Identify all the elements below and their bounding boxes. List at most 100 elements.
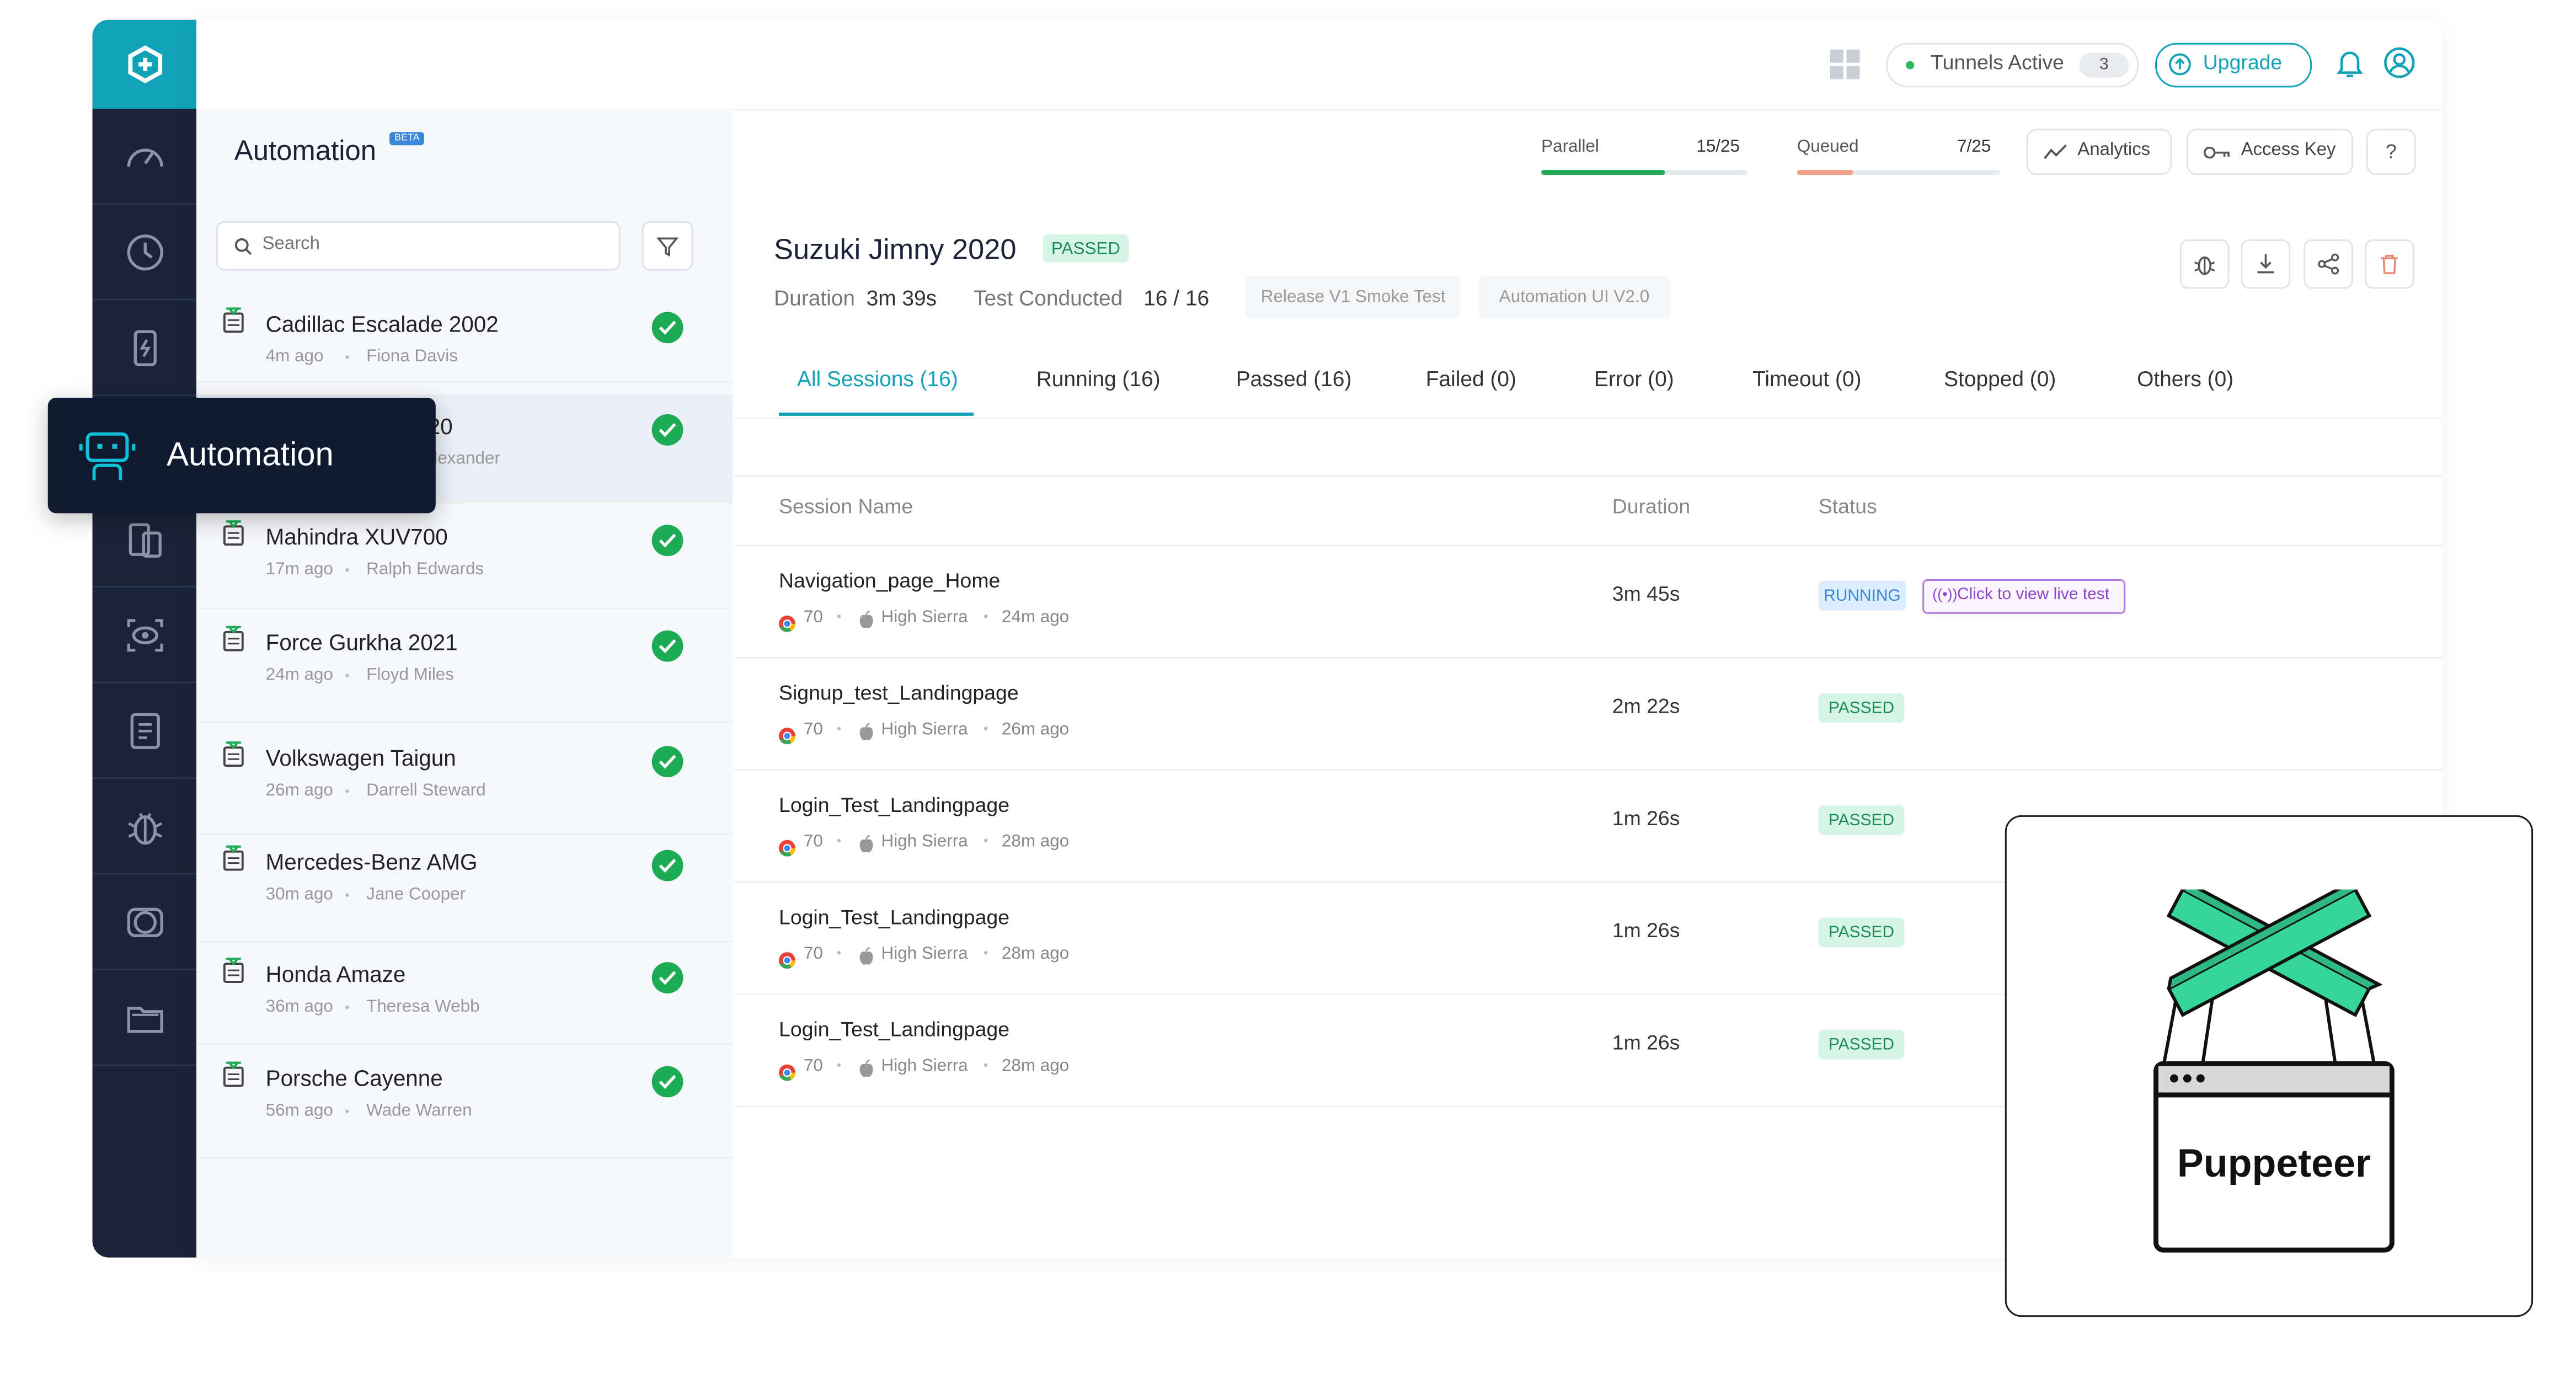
browser-version: 70 xyxy=(803,607,823,627)
tab-6[interactable]: Stopped (0) xyxy=(1944,366,2056,391)
live-broadcast-icon: ((•)) xyxy=(1932,586,1958,602)
separator-dot: • xyxy=(345,563,350,578)
list-item-name: Porsche Cayenne xyxy=(265,1066,443,1091)
window-dot-icon xyxy=(2183,1074,2192,1083)
tab-7[interactable]: Others (0) xyxy=(2137,366,2233,391)
browser-version: 70 xyxy=(803,944,823,964)
list-item-time: 17m ago xyxy=(265,559,333,580)
list-item-time: 26m ago xyxy=(265,781,333,800)
delete-button[interactable] xyxy=(2364,239,2414,289)
bell-icon[interactable] xyxy=(2335,48,2365,79)
search-icon xyxy=(234,238,252,255)
search-box[interactable] xyxy=(216,221,621,271)
separator-dot: • xyxy=(836,945,842,961)
status-dot-icon xyxy=(1906,61,1915,70)
search-input[interactable] xyxy=(262,231,592,258)
os-name: High Sierra xyxy=(881,1056,968,1076)
parallel-label: Parallel xyxy=(1541,137,1599,157)
column-header-duration[interactable]: Duration xyxy=(1612,495,1690,518)
table-row[interactable] xyxy=(734,771,2005,879)
list-item-user: Jane Cooper xyxy=(366,884,466,905)
table-row[interactable] xyxy=(734,659,2005,767)
tabs-divider xyxy=(734,417,2443,419)
sidebar-item-logs[interactable] xyxy=(92,683,197,779)
tab-0[interactable]: All Sessions (16) xyxy=(797,366,958,391)
passed-check-icon xyxy=(651,414,683,446)
tab-5[interactable]: Timeout (0) xyxy=(1752,366,1861,391)
list-item-user: Theresa Webb xyxy=(366,996,480,1017)
sidebar-item-compare[interactable] xyxy=(92,875,197,971)
tab-2[interactable]: Passed (16) xyxy=(1236,366,1352,391)
chrome-icon xyxy=(779,947,795,969)
session-duration: 2m 22s xyxy=(1612,694,1680,718)
bug-report-button[interactable] xyxy=(2179,239,2230,289)
sidebar-item-realtime[interactable] xyxy=(92,300,197,396)
list-item-user: Darrell Steward xyxy=(366,781,486,800)
session-name[interactable]: Signup_test_Landingpage xyxy=(779,682,1019,705)
parallel-progress-fill xyxy=(1541,170,1665,175)
upgrade-button[interactable]: Upgrade xyxy=(2155,42,2312,88)
tunnels-count-badge: 3 xyxy=(2079,52,2129,78)
list-item-name: Honda Amaze xyxy=(265,962,406,987)
session-name[interactable]: Navigation_page_Home xyxy=(779,569,1000,592)
session-name[interactable]: Login_Test_Landingpage xyxy=(779,906,1009,929)
apple-icon xyxy=(858,607,875,628)
filter-button[interactable] xyxy=(642,221,693,271)
apple-icon xyxy=(858,719,875,740)
window-dot-icon xyxy=(2169,1074,2178,1083)
separator-dot: • xyxy=(983,608,988,624)
user-avatar-icon[interactable] xyxy=(2383,46,2416,79)
access-key-button[interactable]: Access Key xyxy=(2186,129,2354,175)
list-item[interactable] xyxy=(196,942,733,1045)
column-header-session-name[interactable]: Session Name xyxy=(779,495,913,518)
chrome-icon xyxy=(779,723,795,745)
filter-icon xyxy=(656,237,678,257)
sidebar-item-issues[interactable] xyxy=(92,779,197,875)
session-time: 28m ago xyxy=(1001,1056,1070,1076)
table-row[interactable] xyxy=(734,995,2005,1104)
passed-check-icon xyxy=(651,962,683,993)
help-button[interactable]: ? xyxy=(2366,129,2416,175)
sidebar-item-history[interactable] xyxy=(92,205,197,301)
tab-1[interactable]: Running (16) xyxy=(1036,366,1161,391)
share-button[interactable] xyxy=(2304,239,2354,289)
automation-build-icon xyxy=(223,741,244,767)
view-live-label: Click to view live test xyxy=(1957,586,2110,604)
folder-icon xyxy=(126,1006,163,1032)
analytics-button[interactable]: Analytics xyxy=(2026,129,2172,175)
chrome-icon xyxy=(779,835,795,857)
table-row[interactable] xyxy=(734,883,2005,992)
list-item[interactable] xyxy=(196,292,733,383)
key-icon xyxy=(2203,146,2230,159)
session-name[interactable]: Login_Test_Landingpage xyxy=(779,794,1009,817)
browser-version: 70 xyxy=(803,719,823,740)
browser-version: 70 xyxy=(803,831,823,852)
duration-value: 3m 39s xyxy=(866,285,937,311)
sidebar-item-files[interactable] xyxy=(92,970,197,1066)
sidebar-item-dashboard[interactable] xyxy=(92,109,197,205)
tab-4[interactable]: Error (0) xyxy=(1594,366,1674,391)
session-name[interactable]: Login_Test_Landingpage xyxy=(779,1018,1009,1041)
automation-build-icon xyxy=(223,845,244,871)
puppeteer-card: Puppeteer xyxy=(2005,815,2534,1317)
tunnels-indicator[interactable]: Tunnels Active 3 xyxy=(1886,42,2139,88)
build-tag: Automation UI V2.0 xyxy=(1478,275,1670,319)
list-item-user: Wade Warren xyxy=(366,1100,472,1121)
tab-3[interactable]: Failed (0) xyxy=(1426,366,1516,391)
column-header-status[interactable]: Status xyxy=(1819,495,1877,518)
sidebar-item-visual[interactable] xyxy=(92,587,197,683)
app-logo[interactable] xyxy=(92,19,197,109)
os-name: High Sierra xyxy=(881,719,968,740)
separator-dot: • xyxy=(345,668,350,683)
session-duration: 1m 26s xyxy=(1612,1031,1680,1055)
speedometer-icon xyxy=(126,148,163,166)
list-item-name: Volkswagen Taigun xyxy=(265,746,456,771)
download-button[interactable] xyxy=(2241,239,2291,289)
apps-grid-icon[interactable] xyxy=(1830,49,1862,81)
session-status-badge: RUNNING xyxy=(1818,581,1906,611)
table-row[interactable] xyxy=(734,546,2005,655)
separator-dot: • xyxy=(983,1057,988,1073)
separator-dot: • xyxy=(836,1057,842,1073)
list-item[interactable] xyxy=(196,505,733,609)
view-live-test-button[interactable]: ((•)) Click to view live test xyxy=(1922,579,2126,614)
